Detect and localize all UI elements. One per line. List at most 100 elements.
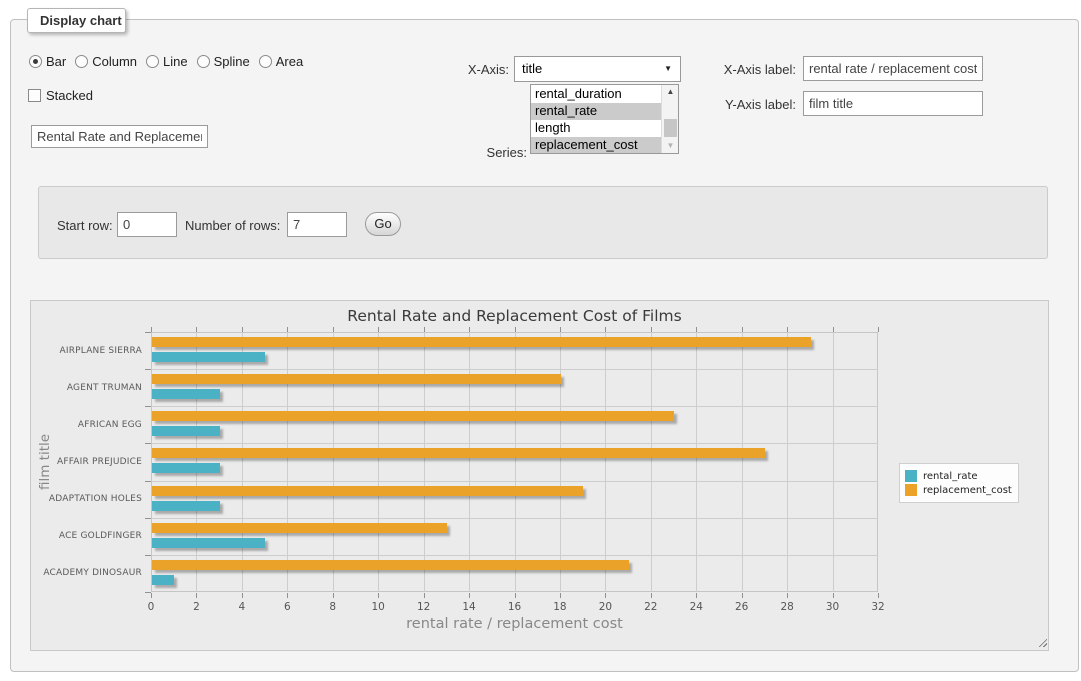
series-option-rental-duration[interactable]: rental_duration xyxy=(531,86,661,103)
gridline xyxy=(151,369,878,370)
bar-replacement_cost xyxy=(152,374,561,384)
start-row-input[interactable] xyxy=(117,212,177,237)
gridline xyxy=(378,332,379,592)
y-category-label: ACE GOLDFINGER xyxy=(31,531,142,541)
x-axis-label-input[interactable] xyxy=(803,56,983,81)
x-axis-label-caption: X-Axis label: xyxy=(690,62,796,77)
series-label: Series: xyxy=(430,145,527,160)
go-button[interactable]: Go xyxy=(365,212,401,236)
panel-legend: Display chart xyxy=(27,8,126,33)
chart-type-spline[interactable]: Spline xyxy=(197,54,250,69)
chart-type-bar-label[interactable]: Bar xyxy=(46,54,66,69)
chart-legend: rental_ratereplacement_cost xyxy=(899,463,1019,503)
tick-mark xyxy=(145,481,151,482)
series-option-rental-rate[interactable]: rental_rate xyxy=(531,103,661,120)
x-tick-label: 14 xyxy=(456,601,482,613)
tick-mark xyxy=(151,327,152,332)
chart-area: Rental Rate and Replacement Cost of Film… xyxy=(30,300,1049,651)
tick-mark xyxy=(145,443,151,444)
stacked-label[interactable]: Stacked xyxy=(46,88,93,103)
tick-mark xyxy=(787,593,788,598)
tick-mark xyxy=(469,327,470,332)
tick-mark xyxy=(287,327,288,332)
tick-mark xyxy=(651,327,652,332)
chevron-down-icon: ▼ xyxy=(664,65,672,73)
x-tick-label: 30 xyxy=(820,601,846,613)
x-axis-select[interactable]: title ▼ xyxy=(514,56,681,82)
x-tick-label: 20 xyxy=(592,601,618,613)
chart-type-line-label[interactable]: Line xyxy=(163,54,188,69)
tick-mark xyxy=(145,555,151,556)
chart-type-area-label[interactable]: Area xyxy=(276,54,303,69)
stacked-checkbox[interactable] xyxy=(28,89,41,102)
x-tick-label: 16 xyxy=(502,601,528,613)
chart-type-column-label[interactable]: Column xyxy=(92,54,137,69)
gridline xyxy=(151,518,878,519)
tick-mark xyxy=(515,593,516,598)
radio-bar-icon[interactable] xyxy=(29,55,42,68)
series-option-length[interactable]: length xyxy=(531,120,661,137)
radio-line-icon[interactable] xyxy=(146,55,159,68)
chart-type-column[interactable]: Column xyxy=(75,54,137,69)
tick-mark xyxy=(787,327,788,332)
radio-column-icon[interactable] xyxy=(75,55,88,68)
scrollbar[interactable]: ▲ ▼ xyxy=(661,85,678,153)
scroll-down-icon[interactable]: ▼ xyxy=(662,139,679,153)
series-multiselect[interactable]: rental_duration rental_rate length repla… xyxy=(530,84,679,154)
num-rows-input[interactable] xyxy=(287,212,347,237)
scroll-up-icon[interactable]: ▲ xyxy=(662,85,679,99)
series-options: rental_duration rental_rate length repla… xyxy=(531,86,661,154)
legend-swatch-icon xyxy=(905,470,917,482)
chart-type-spline-label[interactable]: Spline xyxy=(214,54,250,69)
x-tick-label: 22 xyxy=(638,601,664,613)
tick-mark xyxy=(878,327,879,332)
bar-rental_rate xyxy=(152,538,265,548)
x-tick-label: 12 xyxy=(411,601,437,613)
chart-type-area[interactable]: Area xyxy=(259,54,303,69)
tick-mark xyxy=(696,593,697,598)
tick-mark xyxy=(145,592,151,593)
tick-mark xyxy=(742,327,743,332)
gridline xyxy=(515,332,516,592)
gridline xyxy=(333,332,334,592)
x-tick-label: 4 xyxy=(229,601,255,613)
tick-mark xyxy=(651,593,652,598)
tick-mark xyxy=(378,593,379,598)
legend-label: replacement_cost xyxy=(923,485,1012,496)
bar-rental_rate xyxy=(152,501,220,511)
tick-mark xyxy=(196,593,197,598)
radio-area-icon[interactable] xyxy=(259,55,272,68)
x-tick-label: 2 xyxy=(183,601,209,613)
tick-mark xyxy=(196,327,197,332)
page: Display chart Bar Column Line Spline Are… xyxy=(0,0,1081,681)
gridline xyxy=(742,332,743,592)
resize-handle-icon[interactable] xyxy=(1036,636,1047,647)
chart-type-options: Bar Column Line Spline Area xyxy=(29,54,303,69)
y-axis-label-input[interactable] xyxy=(803,91,983,116)
radio-spline-icon[interactable] xyxy=(197,55,210,68)
legend-swatch-icon xyxy=(905,484,917,496)
tick-mark xyxy=(878,593,879,598)
chart-title-input[interactable] xyxy=(31,125,208,148)
gridline xyxy=(787,332,788,592)
x-tick-label: 18 xyxy=(547,601,573,613)
gridline xyxy=(651,332,652,592)
scrollbar-thumb[interactable] xyxy=(664,119,677,137)
tick-mark xyxy=(833,593,834,598)
num-rows-label: Number of rows: xyxy=(185,218,283,233)
tick-mark xyxy=(742,593,743,598)
x-axis-title: rental rate / replacement cost xyxy=(151,616,878,632)
x-tick-label: 6 xyxy=(274,601,300,613)
bar-replacement_cost xyxy=(152,560,629,570)
x-tick-label: 10 xyxy=(365,601,391,613)
bar-rental_rate xyxy=(152,463,220,473)
chart-type-bar[interactable]: Bar xyxy=(29,54,66,69)
series-option-replacement-cost[interactable]: replacement_cost xyxy=(531,137,661,154)
tick-mark xyxy=(151,593,152,598)
stacked-option[interactable]: Stacked xyxy=(28,88,93,103)
chart-type-line[interactable]: Line xyxy=(146,54,188,69)
tick-mark xyxy=(242,593,243,598)
y-category-label: AGENT TRUMAN xyxy=(31,383,142,393)
tick-mark xyxy=(242,327,243,332)
tick-mark xyxy=(145,332,151,333)
